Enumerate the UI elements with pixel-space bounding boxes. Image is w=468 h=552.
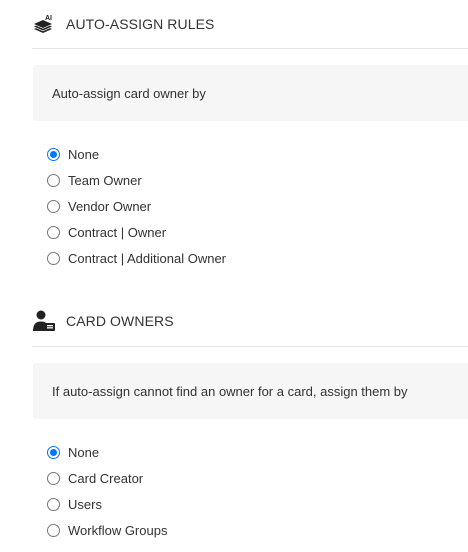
- radio-option-card-creator[interactable]: Card Creator: [47, 465, 167, 491]
- radio-option-none[interactable]: None: [47, 141, 226, 167]
- auto-assign-prompt: Auto-assign card owner by: [52, 85, 206, 101]
- svg-text:AI: AI: [45, 15, 52, 22]
- radio-label: Workflow Groups: [68, 522, 168, 538]
- radio-button[interactable]: [47, 251, 60, 265]
- radio-button[interactable]: [47, 523, 60, 537]
- radio-label: Team Owner: [68, 172, 142, 188]
- card-owners-radio-group: None Card Creator Users Workflow Groups: [47, 439, 167, 543]
- auto-assign-prompt-panel: Auto-assign card owner by: [33, 65, 468, 121]
- auto-assign-header: AI AUTO-ASSIGN RULES: [32, 8, 214, 40]
- radio-button[interactable]: [47, 445, 60, 459]
- radio-label: Contract | Additional Owner: [68, 250, 227, 266]
- person-card-icon: [32, 309, 56, 333]
- radio-label: Users: [68, 496, 102, 512]
- radio-option-team-owner[interactable]: Team Owner: [47, 167, 226, 193]
- auto-assign-title: AUTO-ASSIGN RULES: [66, 16, 215, 32]
- radio-option-none[interactable]: None: [47, 439, 167, 465]
- radio-option-vendor-owner[interactable]: Vendor Owner: [47, 193, 226, 219]
- card-owners-header: CARD OWNERS: [32, 305, 174, 337]
- radio-button[interactable]: [47, 199, 60, 213]
- card-owners-title: CARD OWNERS: [66, 313, 174, 329]
- radio-label: None: [68, 146, 100, 162]
- radio-label: Vendor Owner: [68, 198, 152, 214]
- stacked-layers-ai-icon: AI: [32, 12, 56, 36]
- radio-button[interactable]: [47, 471, 60, 485]
- radio-option-contract-additional-owner[interactable]: Contract | Additional Owner: [47, 245, 226, 271]
- radio-label: None: [68, 444, 100, 460]
- card-owners-prompt-panel: If auto-assign cannot find an owner for …: [33, 363, 468, 419]
- radio-option-users[interactable]: Users: [47, 491, 167, 517]
- radio-option-contract-owner[interactable]: Contract | Owner: [47, 219, 226, 245]
- radio-option-workflow-groups[interactable]: Workflow Groups: [47, 517, 167, 543]
- radio-label: Card Creator: [68, 470, 144, 486]
- radio-label: Contract | Owner: [68, 224, 167, 240]
- auto-assign-radio-group: None Team Owner Vendor Owner Contract | …: [47, 141, 226, 271]
- radio-button[interactable]: [47, 147, 60, 161]
- card-owners-prompt: If auto-assign cannot find an owner for …: [52, 383, 408, 399]
- section-divider: [32, 346, 468, 347]
- radio-button[interactable]: [47, 497, 60, 511]
- section-divider: [32, 48, 468, 49]
- radio-button[interactable]: [47, 225, 60, 239]
- radio-button[interactable]: [47, 173, 60, 187]
